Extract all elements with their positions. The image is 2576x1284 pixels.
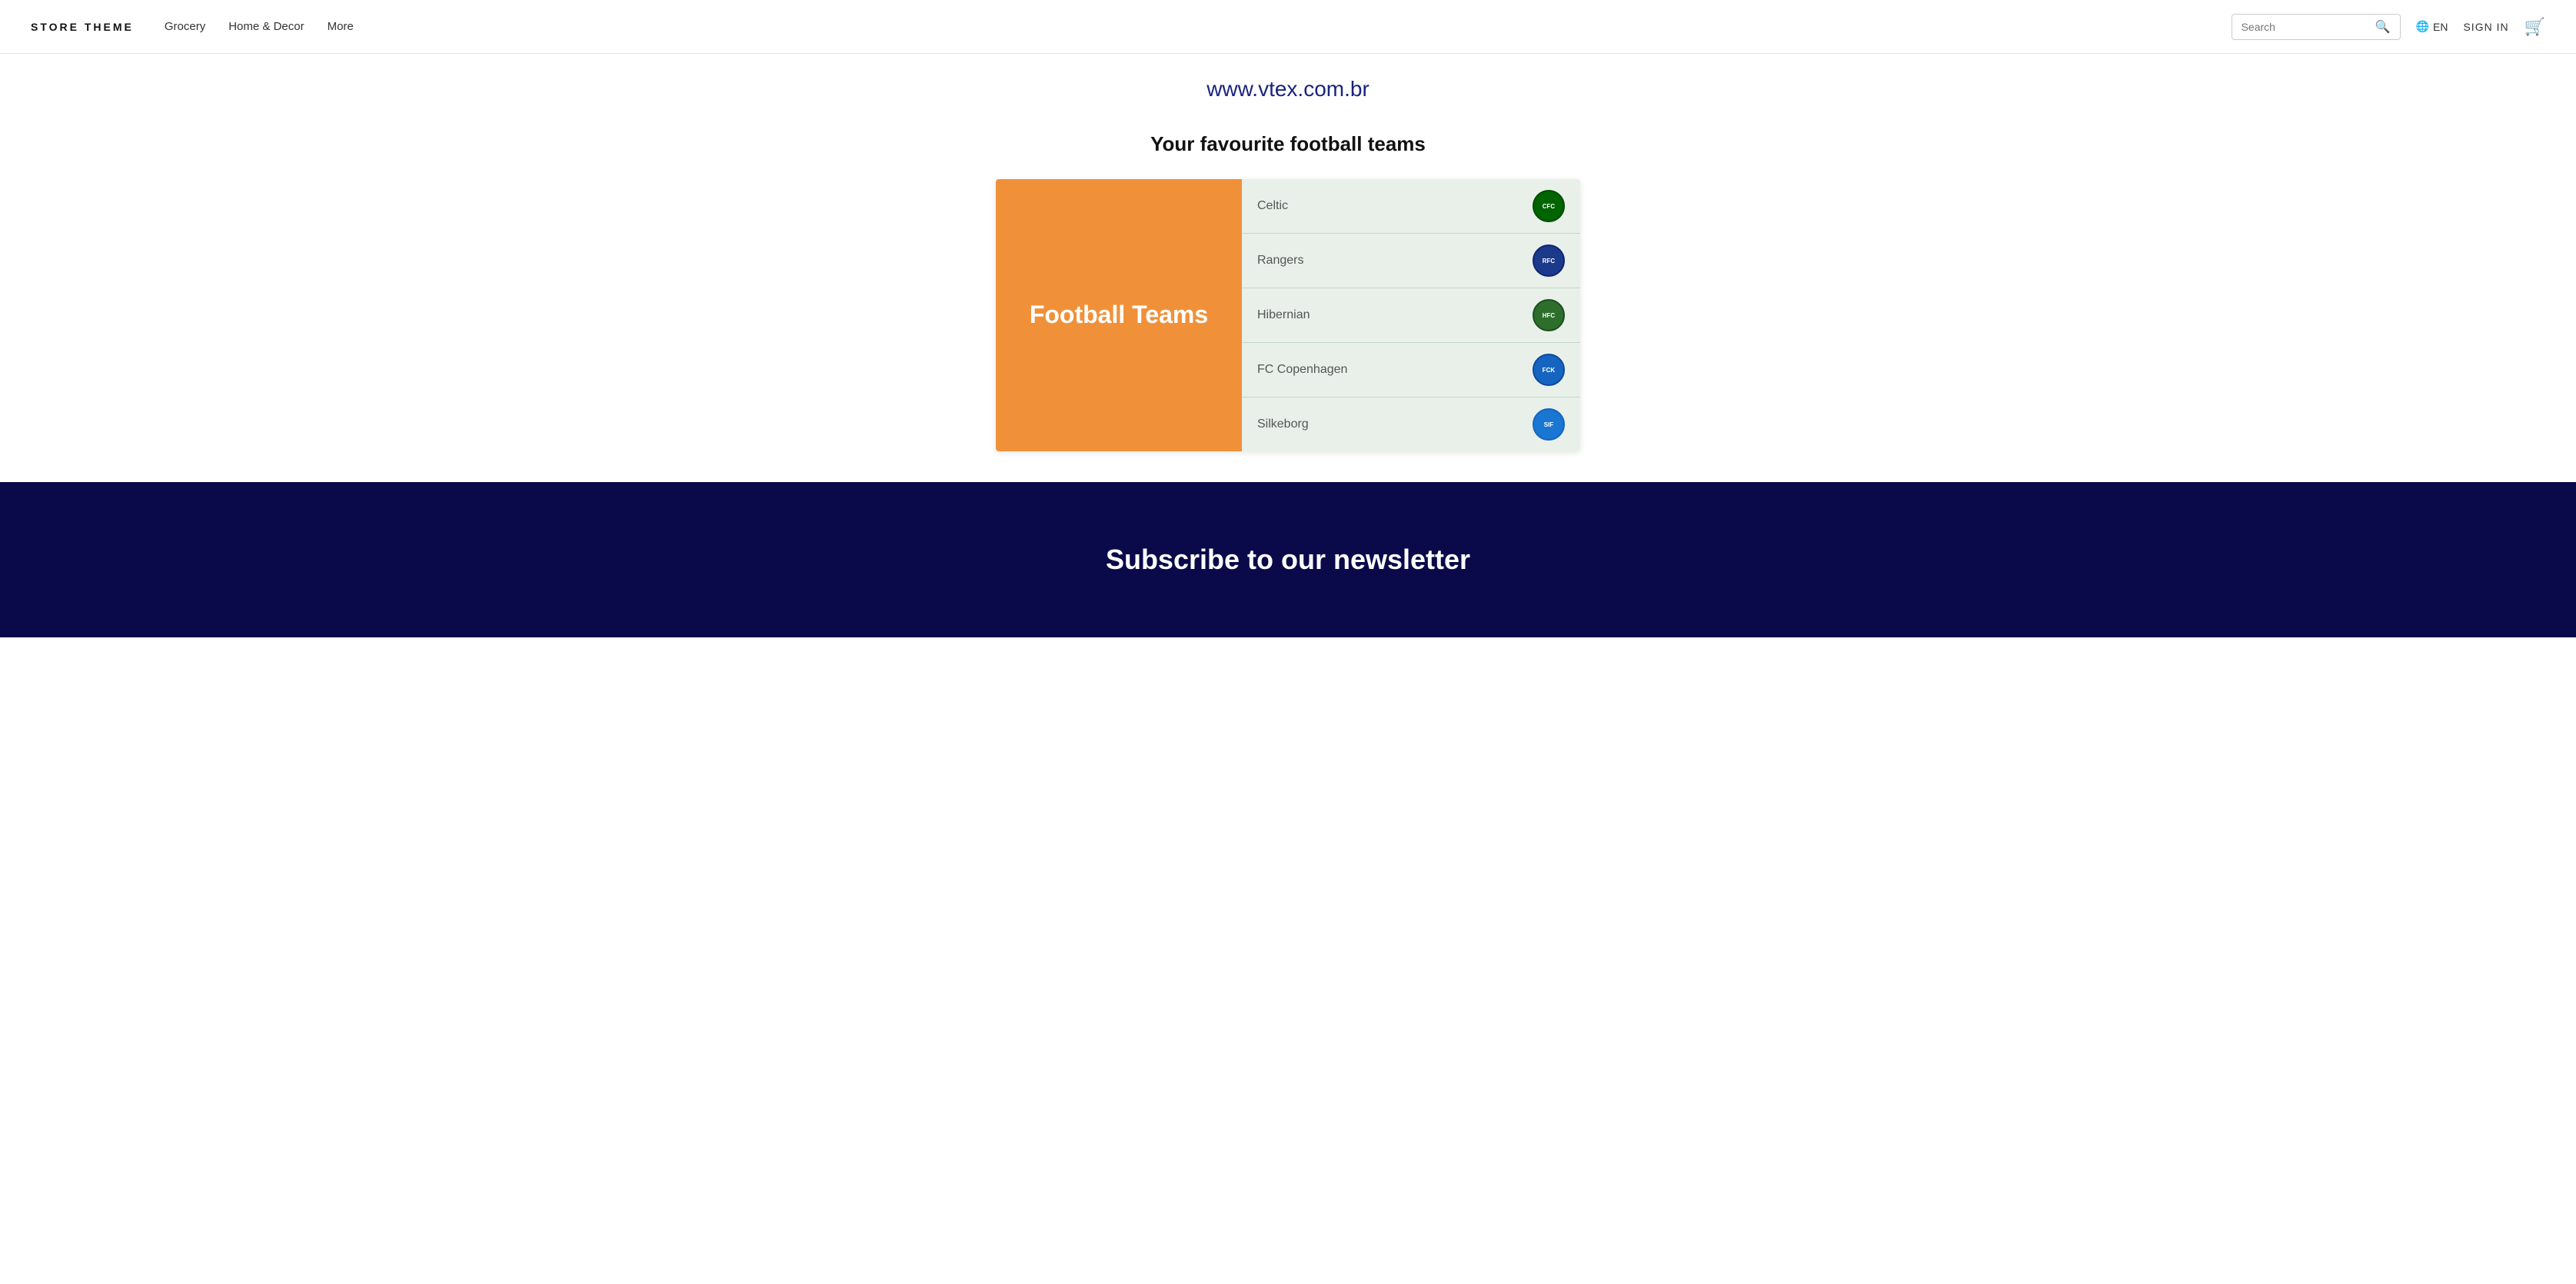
newsletter-section: Subscribe to our newsletter — [0, 482, 2576, 637]
nav-link-home-decor[interactable]: Home & Decor — [228, 20, 304, 33]
team-name-celtic: Celtic — [1257, 199, 1288, 213]
football-teams-list: Celtic CFC Rangers RFC Hibernian HFC FC Copenh… — [1242, 179, 1580, 451]
team-logo-silkeborg: SIF — [1533, 408, 1565, 441]
football-widget-left: Football Teams — [996, 179, 1242, 451]
team-name-hibernian: Hibernian — [1257, 308, 1310, 322]
search-box[interactable]: 🔍 — [2232, 14, 2401, 40]
brand-logo[interactable]: STORE THEME — [31, 21, 134, 33]
team-row-celtic[interactable]: Celtic CFC — [1242, 179, 1580, 234]
football-teams-label: Football Teams — [1030, 299, 1208, 331]
team-name-silkeborg: Silkeborg — [1257, 417, 1309, 431]
team-row-silkeborg[interactable]: Silkeborg SIF — [1242, 398, 1580, 451]
language-selector[interactable]: 🌐 EN — [2416, 20, 2448, 33]
main-content: www.vtex.com.br Your favourite football … — [0, 54, 2576, 451]
globe-icon: 🌐 — [2416, 20, 2429, 33]
section-title: Your favourite football teams — [1150, 132, 1426, 156]
navbar: STORE THEME Grocery Home & Decor More 🔍 … — [0, 0, 2576, 54]
football-widget: Football Teams Celtic CFC Rangers RFC Hibern… — [996, 179, 1580, 451]
nav-right: 🔍 🌐 EN SIGN IN 🛒 — [2232, 14, 2545, 40]
search-input[interactable] — [2242, 21, 2375, 33]
lang-label: EN — [2433, 21, 2448, 33]
team-logo-hibernian: HFC — [1533, 299, 1565, 331]
nav-links: Grocery Home & Decor More — [165, 20, 2232, 33]
newsletter-title: Subscribe to our newsletter — [1106, 544, 1470, 576]
cart-icon[interactable]: 🛒 — [2524, 17, 2545, 37]
team-logo-rangers: RFC — [1533, 244, 1565, 277]
vtex-url[interactable]: www.vtex.com.br — [1206, 77, 1370, 101]
nav-link-more[interactable]: More — [328, 20, 354, 33]
team-row-fc-copenhagen[interactable]: FC Copenhagen FCK — [1242, 343, 1580, 398]
nav-link-grocery[interactable]: Grocery — [165, 20, 205, 33]
team-name-rangers: Rangers — [1257, 254, 1303, 268]
team-logo-fc-copenhagen: FCK — [1533, 354, 1565, 386]
team-name-fc-copenhagen: FC Copenhagen — [1257, 363, 1347, 377]
team-row-rangers[interactable]: Rangers RFC — [1242, 234, 1580, 288]
search-icon[interactable]: 🔍 — [2375, 19, 2391, 35]
team-logo-celtic: CFC — [1533, 190, 1565, 222]
team-row-hibernian[interactable]: Hibernian HFC — [1242, 288, 1580, 343]
sign-in-button[interactable]: SIGN IN — [2463, 21, 2508, 33]
